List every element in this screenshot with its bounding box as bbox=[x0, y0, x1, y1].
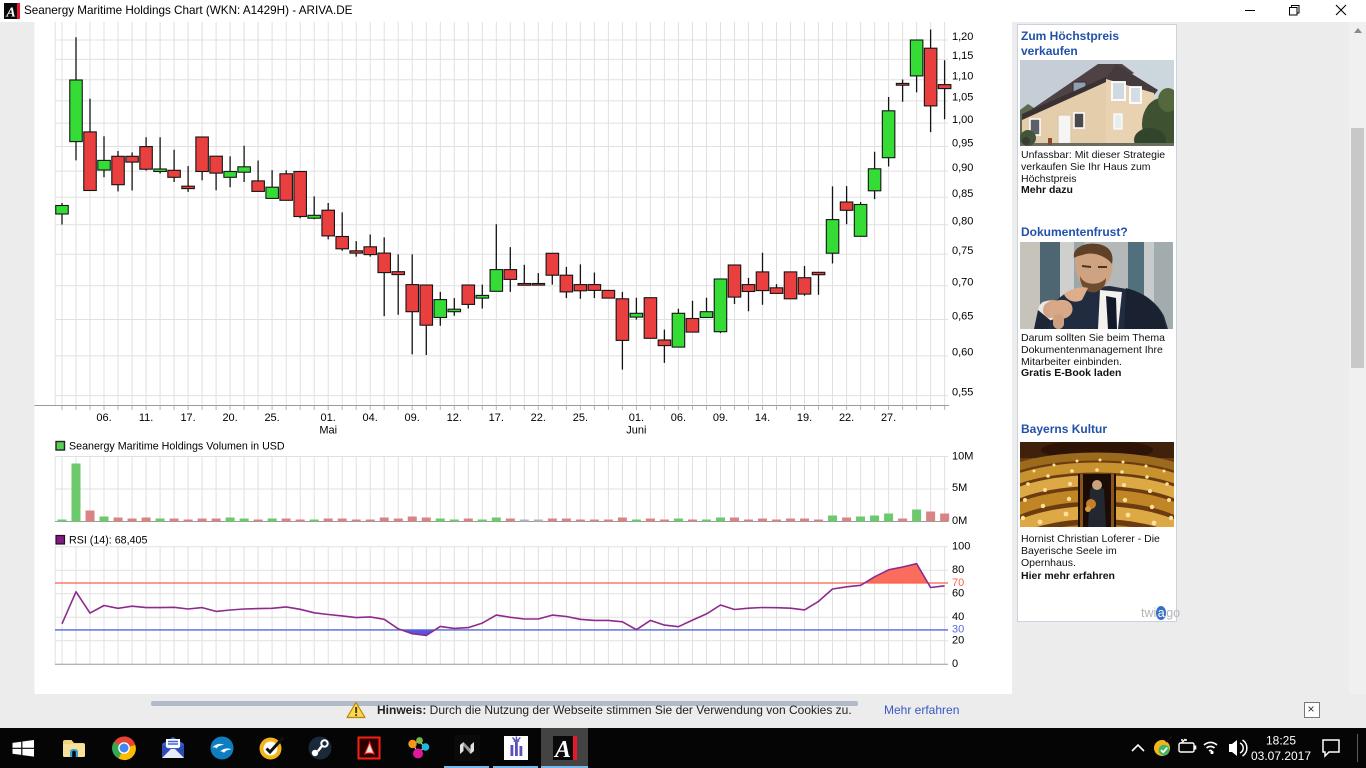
svg-text:100: 100 bbox=[952, 541, 970, 553]
svg-text:25.: 25. bbox=[573, 412, 588, 424]
svg-text:1,20: 1,20 bbox=[952, 31, 973, 43]
svg-text:22.: 22. bbox=[531, 412, 546, 424]
svg-text:1,00: 1,00 bbox=[952, 114, 973, 126]
svg-text:19.: 19. bbox=[797, 412, 812, 424]
svg-text:0,85: 0,85 bbox=[952, 188, 973, 200]
svg-text:5M: 5M bbox=[952, 482, 967, 494]
svg-text:14.: 14. bbox=[755, 412, 770, 424]
svg-text:0M: 0M bbox=[952, 515, 967, 527]
svg-text:09.: 09. bbox=[713, 412, 728, 424]
svg-text:0,60: 0,60 bbox=[952, 347, 973, 359]
svg-text:12.: 12. bbox=[447, 412, 462, 424]
svg-text:Seanergy Maritime Holdings Vol: Seanergy Maritime Holdings Volumen in US… bbox=[69, 441, 285, 453]
svg-text:0,70: 0,70 bbox=[952, 277, 973, 289]
svg-text:0,80: 0,80 bbox=[952, 216, 973, 228]
svg-text:0: 0 bbox=[952, 658, 958, 670]
svg-text:80: 80 bbox=[952, 564, 964, 576]
svg-text:0,55: 0,55 bbox=[952, 386, 973, 398]
svg-text:Juni: Juni bbox=[626, 425, 646, 437]
svg-text:11.: 11. bbox=[139, 412, 153, 424]
svg-text:20: 20 bbox=[952, 635, 964, 647]
svg-text:06.: 06. bbox=[96, 412, 111, 424]
svg-text:70: 70 bbox=[952, 577, 964, 589]
svg-text:25.: 25. bbox=[264, 412, 279, 424]
svg-text:20.: 20. bbox=[222, 412, 237, 424]
svg-text:RSI (14): 68,405: RSI (14): 68,405 bbox=[69, 535, 147, 547]
svg-text:01.: 01. bbox=[629, 412, 644, 424]
svg-text:Mai: Mai bbox=[319, 425, 337, 437]
svg-text:30: 30 bbox=[952, 624, 964, 636]
svg-text:27.: 27. bbox=[881, 412, 896, 424]
svg-text:1,10: 1,10 bbox=[952, 71, 973, 83]
svg-text:A: A bbox=[553, 737, 571, 763]
svg-text:17.: 17. bbox=[180, 412, 195, 424]
svg-text:09.: 09. bbox=[405, 412, 420, 424]
svg-text:60: 60 bbox=[952, 588, 964, 600]
svg-text:04.: 04. bbox=[363, 412, 378, 424]
svg-text:1,05: 1,05 bbox=[952, 92, 973, 104]
svg-text:0,75: 0,75 bbox=[952, 245, 973, 257]
svg-text:18:25: 18:25 bbox=[1266, 734, 1296, 748]
svg-text:1,15: 1,15 bbox=[952, 50, 973, 62]
svg-text:0,90: 0,90 bbox=[952, 162, 973, 174]
svg-text:0,65: 0,65 bbox=[952, 310, 973, 322]
svg-text:01.: 01. bbox=[321, 412, 336, 424]
svg-text:0,95: 0,95 bbox=[952, 137, 973, 149]
svg-text:06.: 06. bbox=[671, 412, 686, 424]
svg-text:17.: 17. bbox=[489, 412, 504, 424]
svg-text:22.: 22. bbox=[839, 412, 854, 424]
svg-text:03.07.2017: 03.07.2017 bbox=[1251, 749, 1311, 763]
svg-text:40: 40 bbox=[952, 611, 964, 623]
svg-text:A: A bbox=[5, 6, 15, 20]
svg-text:10M: 10M bbox=[952, 451, 973, 463]
